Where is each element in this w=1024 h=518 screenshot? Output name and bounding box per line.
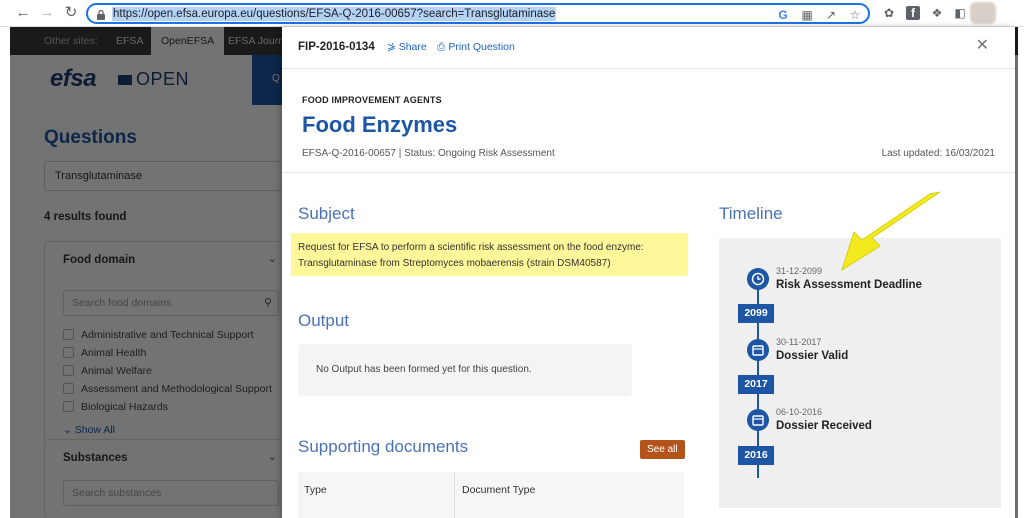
- site-tab-efsa[interactable]: EFSA: [116, 27, 143, 55]
- column-type[interactable]: Type: [304, 484, 327, 496]
- forward-arrow-icon[interactable]: →: [38, 4, 56, 22]
- print-question-link[interactable]: ⎙ Print Question: [437, 41, 515, 54]
- subject-heading: Subject: [298, 204, 355, 223]
- reload-icon[interactable]: ↻: [62, 4, 80, 22]
- show-all-label: Show All: [74, 424, 115, 436]
- event-date: 31-12-2099: [776, 266, 823, 276]
- column-document-type[interactable]: Document Type: [462, 484, 535, 496]
- back-arrow-icon[interactable]: ←: [14, 4, 32, 22]
- category-label: FOOD IMPROVEMENT AGENTS: [302, 95, 442, 105]
- event-label: Risk Assessment Deadline: [776, 279, 922, 291]
- checkbox[interactable]: [63, 383, 74, 394]
- substances-title[interactable]: Substances: [63, 452, 128, 464]
- question-title: Food Enzymes: [302, 112, 458, 137]
- question-meta: EFSA-Q-2016-00657 | Status: Ongoing Risk…: [302, 148, 555, 159]
- url-text[interactable]: https://open.efsa.europa.eu/questions/EF…: [112, 7, 557, 21]
- food-domain-option[interactable]: Administrative and Technical Support: [63, 328, 254, 342]
- extension-icon[interactable]: ✿: [882, 6, 896, 20]
- modal-header: FIP-2016-0134 ⪂ Share ⎙ Print Question ✕: [282, 27, 1015, 69]
- share-link[interactable]: ⪂ Share: [387, 41, 427, 53]
- food-domain-search[interactable]: Search food domains ⚲: [63, 290, 279, 316]
- annotation-arrow-icon: [841, 191, 941, 272]
- event-date: 30-11-2017: [776, 337, 822, 347]
- checkbox[interactable]: [63, 401, 74, 412]
- question-id: FIP-2016-0134: [298, 41, 375, 53]
- calendar-icon: [747, 339, 769, 361]
- calendar-icon: [747, 409, 769, 431]
- clock-icon: [747, 268, 769, 290]
- share-icon: ⪂: [387, 41, 399, 53]
- side-panel-icon[interactable]: ◧: [953, 6, 967, 20]
- option-label: Administrative and Technical Support: [81, 329, 254, 341]
- option-label: Animal Health: [81, 347, 147, 359]
- close-icon[interactable]: ✕: [976, 38, 989, 54]
- show-all-link[interactable]: ⌄ Show All: [63, 424, 115, 436]
- translate-icon[interactable]: ▦: [800, 8, 814, 22]
- chevron-down-icon[interactable]: ⌄: [268, 252, 277, 265]
- year-badge: 2099: [738, 304, 774, 323]
- timeline-heading: Timeline: [719, 204, 783, 223]
- filter-sidebar: Questions Transglutaminase 4 results fou…: [10, 105, 284, 518]
- food-domain-option[interactable]: Biological Hazards: [63, 400, 168, 414]
- year-badge: 2016: [738, 446, 774, 465]
- chevron-down-icon[interactable]: ⌄: [268, 450, 277, 463]
- search-input[interactable]: Transglutaminase: [44, 161, 284, 191]
- food-domain-panel: Food domain ⌄ Search food domains ⚲ Admi…: [44, 241, 284, 449]
- year-badge: 2017: [738, 375, 774, 394]
- option-label: Biological Hazards: [81, 401, 168, 413]
- output-text: No Output has been formed yet for this q…: [316, 364, 532, 375]
- substances-search-placeholder: Search substances: [72, 487, 162, 499]
- share-page-icon[interactable]: ↗: [824, 8, 838, 22]
- google-icon[interactable]: G: [776, 8, 790, 22]
- search-icon[interactable]: ⚲: [264, 291, 272, 315]
- option-label: Animal Welfare: [81, 365, 152, 377]
- puzzle-extensions-icon[interactable]: ❖: [930, 6, 944, 20]
- lock-icon[interactable]: [96, 9, 106, 20]
- divider: [282, 172, 1015, 173]
- column-divider: [454, 472, 455, 518]
- print-label: Print Question: [448, 41, 515, 53]
- checkbox[interactable]: [63, 365, 74, 376]
- substances-panel: Substances ⌄ Search substances: [44, 439, 284, 518]
- page-title: Questions: [44, 127, 137, 148]
- browser-toolbar: ← → ↻ https://open.efsa.europa.eu/questi…: [0, 0, 1024, 27]
- site-tab-openefsa[interactable]: OpenEFSA: [151, 27, 225, 55]
- option-label: Assessment and Methodological Support: [81, 383, 272, 395]
- food-domain-search-placeholder: Search food domains: [72, 297, 172, 309]
- event-label: Dossier Valid: [776, 350, 849, 362]
- food-domain-option[interactable]: Animal Health: [63, 346, 146, 360]
- food-domain-option[interactable]: Assessment and Methodological Support: [63, 382, 272, 396]
- food-domain-title[interactable]: Food domain: [63, 254, 135, 266]
- documents-table-header: Type Document Type: [298, 472, 684, 518]
- address-bar[interactable]: https://open.efsa.europa.eu/questions/EF…: [86, 3, 870, 24]
- supporting-documents-heading: Supporting documents: [298, 437, 469, 456]
- last-updated: Last updated: 16/03/2021: [881, 148, 995, 159]
- printer-icon: ⎙: [437, 41, 449, 53]
- event-date: 06-10-2016: [776, 407, 823, 417]
- profile-avatar[interactable]: [970, 2, 996, 24]
- checkbox[interactable]: [63, 329, 74, 340]
- efsa-logo[interactable]: efsa: [50, 65, 97, 93]
- substances-search[interactable]: Search substances: [63, 480, 279, 506]
- output-card: No Output has been formed yet for this q…: [298, 344, 632, 396]
- chevron-down-icon: ⌄: [63, 424, 75, 436]
- site-tab-efsa-journal[interactable]: EFSA Journ: [228, 27, 284, 55]
- see-all-button[interactable]: See all: [640, 440, 685, 459]
- checkbox[interactable]: [63, 347, 74, 358]
- other-sites-label: Other sites:: [44, 35, 98, 47]
- facebook-icon[interactable]: f: [906, 6, 920, 20]
- event-label: Dossier Received: [776, 420, 872, 432]
- eu-flag-icon: [118, 75, 132, 85]
- share-label: Share: [398, 41, 427, 53]
- open-logo-text: OPEN: [136, 69, 190, 89]
- subject-text: Request for EFSA to perform a scientific…: [298, 242, 644, 269]
- bookmark-star-icon[interactable]: ☆: [848, 8, 862, 22]
- food-domain-option[interactable]: Animal Welfare: [63, 364, 152, 378]
- results-count: 4 results found: [44, 211, 127, 223]
- output-heading: Output: [298, 311, 350, 330]
- main-nav-label: Q: [272, 73, 280, 84]
